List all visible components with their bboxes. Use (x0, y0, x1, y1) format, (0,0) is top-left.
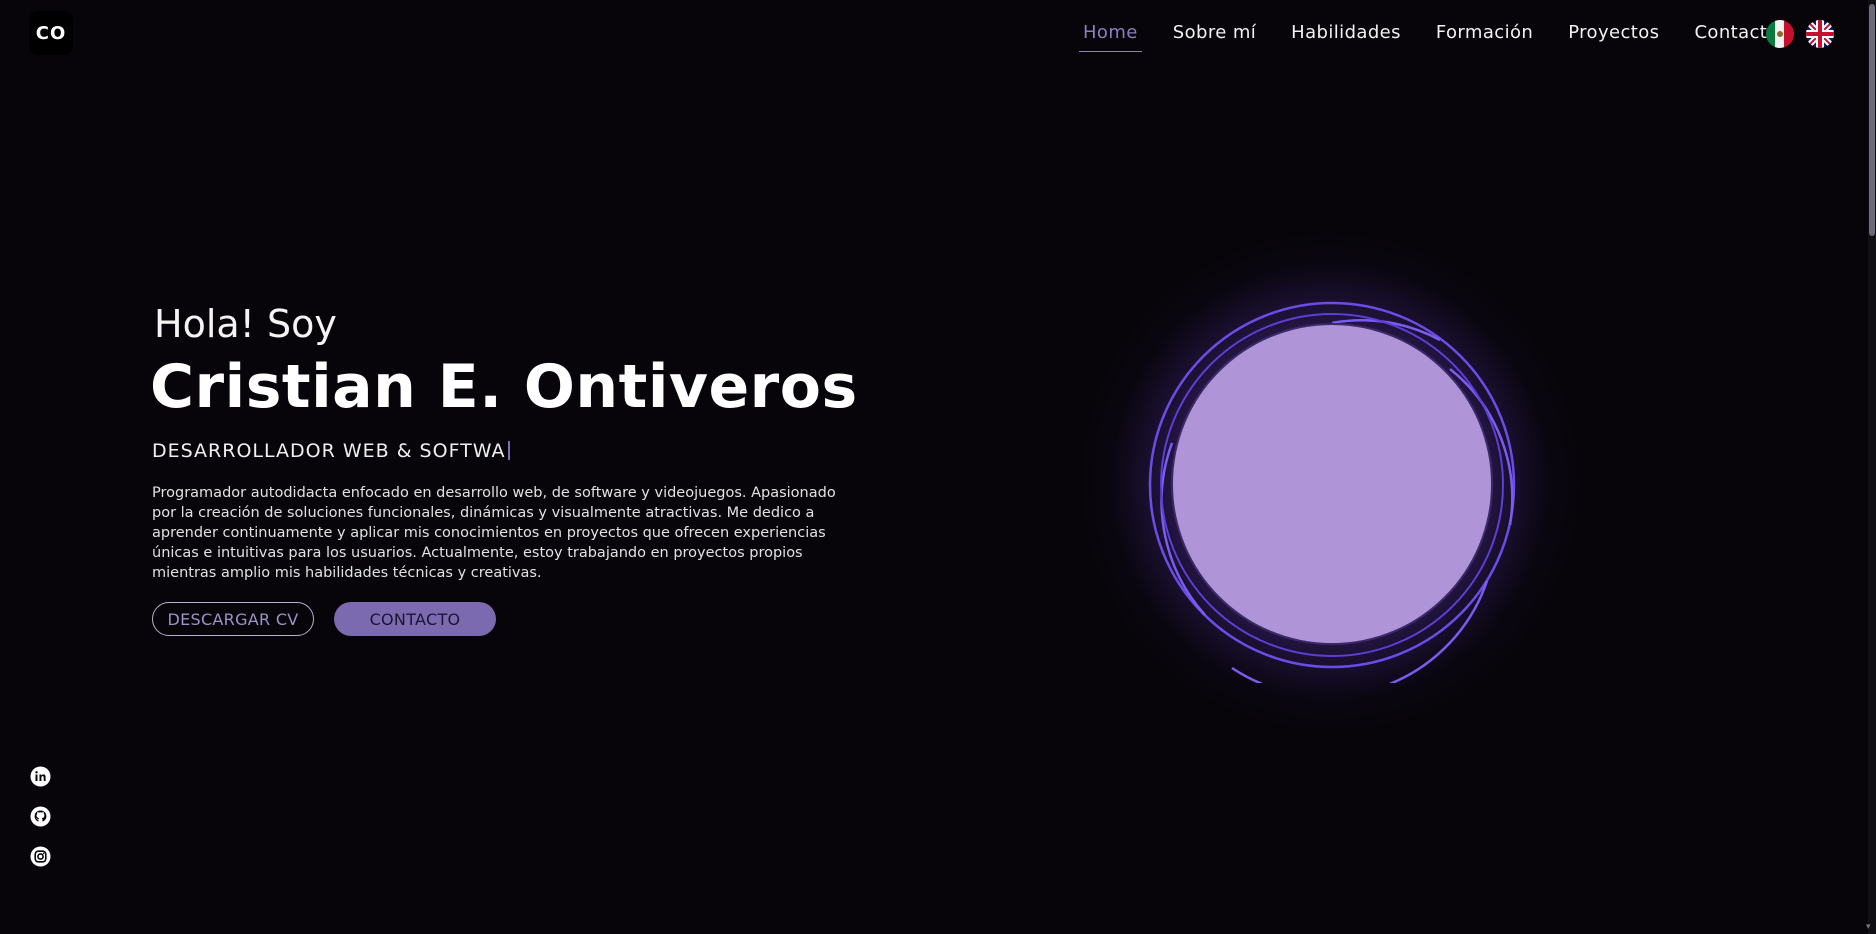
uk-flag-icon[interactable] (1806, 20, 1834, 48)
nav-habilidades[interactable]: Habilidades (1287, 20, 1405, 51)
hero-role: DESARROLLADOR WEB & SOFTWA (152, 440, 510, 462)
nav-home[interactable]: Home (1079, 20, 1142, 52)
scrollbar-thumb[interactable] (1869, 4, 1875, 236)
nav-proyectos[interactable]: Proyectos (1564, 20, 1663, 51)
github-icon[interactable] (30, 806, 51, 827)
hero-role-text: DESARROLLADOR WEB & SOFTWA (152, 440, 506, 462)
site-logo[interactable]: CO (29, 11, 73, 55)
linkedin-icon[interactable] (30, 766, 51, 787)
scroll-down-arrow-icon[interactable]: ▾ (1866, 922, 1871, 932)
main-nav: Home Sobre mí Habilidades Formación Proy… (1079, 20, 1810, 52)
page: CO Home Sobre mí Habilidades Formación P… (0, 0, 1868, 934)
instagram-icon[interactable] (30, 846, 51, 867)
mexico-flag-icon[interactable] (1766, 20, 1794, 48)
typing-cursor (507, 441, 510, 460)
hero-description: Programador autodidacta enfocado en desa… (152, 485, 836, 581)
profile-photo (1173, 325, 1491, 643)
nav-formacion[interactable]: Formación (1432, 20, 1537, 51)
download-cv-button[interactable]: DESCARGAR CV (152, 602, 314, 636)
hero-greeting: Hola! Soy (154, 302, 337, 346)
hero-name: Cristian E. Ontiveros (150, 352, 858, 422)
contact-button[interactable]: CONTACTO (334, 602, 496, 636)
nav-sobre-mi[interactable]: Sobre mí (1169, 20, 1260, 51)
